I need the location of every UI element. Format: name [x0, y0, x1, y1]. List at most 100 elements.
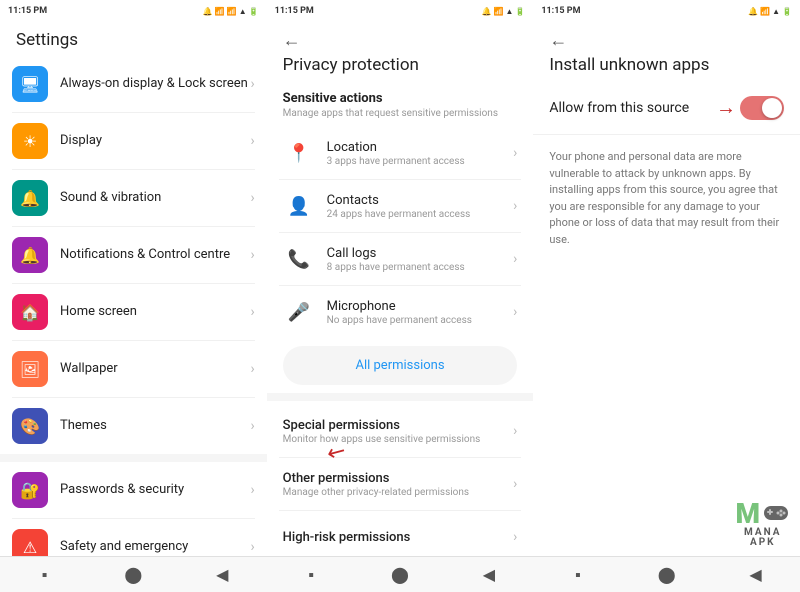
settings-item-always-on[interactable]: 🖥 Always-on display & Lock screen ›: [0, 56, 267, 112]
wallpaper-chevron: ›: [250, 361, 254, 377]
display-label: Display: [60, 133, 250, 150]
safety-text: Safety and emergency: [60, 539, 250, 556]
call-logs-icon: 📞: [283, 243, 315, 275]
location-text: Location 3 apps have permanent access: [327, 140, 513, 167]
privacy-item-other[interactable]: Other permissions Manage other privacy-r…: [267, 458, 534, 510]
microphone-label: Microphone: [327, 299, 513, 314]
microphone-text: Microphone No apps have permanent access: [327, 299, 513, 326]
settings-item-sound[interactable]: 🔔 Sound & vibration ›: [0, 170, 267, 226]
themes-chevron: ›: [250, 418, 254, 434]
display-chevron: ›: [250, 133, 254, 149]
other-chevron: ›: [513, 476, 517, 492]
install-description: Your phone and personal data are more vu…: [533, 135, 800, 262]
watermark-m-icon: M: [735, 500, 760, 528]
install-title: Install unknown apps: [549, 55, 784, 75]
privacy-item-microphone[interactable]: 🎤 Microphone No apps have permanent acce…: [267, 286, 534, 338]
settings-item-passwords[interactable]: 🔐 Passwords & security ›: [0, 462, 267, 518]
all-permissions-button[interactable]: All permissions: [283, 346, 518, 385]
settings-item-wallpaper[interactable]: 🖼 Wallpaper ›: [0, 341, 267, 397]
notifications-chevron: ›: [250, 247, 254, 263]
location-chevron: ›: [513, 145, 517, 161]
toggle-red-arrow: →: [716, 95, 736, 120]
high-risk-chevron: ›: [513, 529, 517, 545]
privacy-item-high-risk[interactable]: High-risk permissions ›: [267, 511, 534, 556]
passwords-text: Passwords & security: [60, 482, 250, 499]
call-logs-label: Call logs: [327, 246, 513, 261]
safety-label: Safety and emergency: [60, 539, 250, 556]
settings-panel: 11:15 PM 🔔 📶 📶 ▲ 🔋 Settings 🖥 Always-on …: [0, 0, 267, 592]
watermark: M MANA APK: [735, 500, 790, 548]
location-sublabel: 3 apps have permanent access: [327, 156, 513, 167]
toggle-knob: [762, 98, 782, 118]
right-panel-wrapper: 11:15 PM 🔔 📶 ▲ 🔋 ← Install unknown apps …: [533, 0, 800, 592]
safety-chevron: ›: [250, 539, 254, 555]
back-arrow-middle[interactable]: ←: [283, 30, 518, 51]
status-icons-right: 🔔 📶 ▲ 🔋: [748, 7, 792, 16]
watermark-logo-row: M: [735, 500, 790, 528]
home-icon: 🏠: [12, 294, 48, 330]
nav-square-right[interactable]: ▪: [564, 561, 592, 589]
home-chevron: ›: [250, 304, 254, 320]
status-icons-left: 🔔 📶 📶 ▲ 🔋: [203, 7, 259, 16]
contacts-chevron: ›: [513, 198, 517, 214]
nav-circle-left[interactable]: ⬤: [119, 561, 147, 589]
install-panel: 11:15 PM 🔔 📶 ▲ 🔋 ← Install unknown apps …: [533, 0, 800, 592]
wallpaper-label: Wallpaper: [60, 361, 250, 378]
time-left: 11:15 PM: [8, 6, 47, 16]
location-icon: 📍: [283, 137, 315, 169]
sound-label: Sound & vibration: [60, 190, 250, 207]
nav-back-right[interactable]: ◀: [742, 561, 770, 589]
settings-item-themes[interactable]: 🎨 Themes ›: [0, 398, 267, 454]
time-right: 11:15 PM: [541, 6, 580, 16]
special-chevron: ›: [513, 423, 517, 439]
microphone-icon: 🎤: [283, 296, 315, 328]
privacy-item-location[interactable]: 📍 Location 3 apps have permanent access …: [267, 127, 534, 179]
privacy-item-special[interactable]: Special permissions Monitor how apps use…: [267, 405, 534, 457]
settings-item-home[interactable]: 🏠 Home screen ›: [0, 284, 267, 340]
nav-square-middle[interactable]: ▪: [297, 561, 325, 589]
passwords-icon: 🔐: [12, 472, 48, 508]
nav-square-left[interactable]: ▪: [30, 561, 58, 589]
contacts-label: Contacts: [327, 193, 513, 208]
other-label: Other permissions: [283, 471, 513, 486]
privacy-content: Sensitive actions Manage apps that reque…: [267, 81, 534, 556]
time-middle: 11:15 PM: [275, 6, 314, 16]
microphone-sublabel: No apps have permanent access: [327, 315, 513, 326]
high-risk-text: High-risk permissions: [283, 530, 513, 545]
passwords-chevron: ›: [250, 482, 254, 498]
settings-item-notifications[interactable]: 🔔 Notifications & Control centre ›: [0, 227, 267, 283]
privacy-header: ← Privacy protection: [267, 22, 534, 81]
microphone-chevron: ›: [513, 304, 517, 320]
always-on-label: Always-on display & Lock screen: [60, 76, 250, 93]
status-bar-left: 11:15 PM 🔔 📶 📶 ▲ 🔋: [0, 0, 267, 22]
wallpaper-text: Wallpaper: [60, 361, 250, 378]
special-sublabel: Monitor how apps use sensitive permissio…: [283, 434, 513, 445]
nav-back-middle[interactable]: ◀: [475, 561, 503, 589]
settings-item-display[interactable]: ☀ Display ›: [0, 113, 267, 169]
status-bar-right: 11:15 PM 🔔 📶 ▲ 🔋: [533, 0, 800, 22]
middle-panel-wrapper: 11:15 PM 🔔 📶 ▲ 🔋 ← Privacy protection Se…: [267, 0, 534, 592]
sensitive-actions-sub: Manage apps that request sensitive permi…: [267, 108, 534, 127]
privacy-panel: 11:15 PM 🔔 📶 ▲ 🔋 ← Privacy protection Se…: [267, 0, 534, 592]
nav-circle-right[interactable]: ⬤: [653, 561, 681, 589]
sensitive-actions-title: Sensitive actions: [267, 81, 534, 108]
allow-toggle[interactable]: [740, 96, 784, 120]
watermark-text: MANA APK: [744, 528, 781, 548]
passwords-label: Passwords & security: [60, 482, 250, 499]
location-label: Location: [327, 140, 513, 155]
privacy-title: Privacy protection: [283, 55, 518, 75]
privacy-divider-1: [267, 393, 534, 401]
safety-icon: ⚠: [12, 529, 48, 556]
display-icon: ☀: [12, 123, 48, 159]
privacy-item-call-logs[interactable]: 📞 Call logs 8 apps have permanent access…: [267, 233, 534, 285]
privacy-item-contacts[interactable]: 👤 Contacts 24 apps have permanent access…: [267, 180, 534, 232]
watermark-apk: APK: [750, 537, 776, 548]
display-text: Display: [60, 133, 250, 150]
nav-back-left[interactable]: ◀: [208, 561, 236, 589]
settings-item-safety[interactable]: ⚠ Safety and emergency ›: [0, 519, 267, 556]
always-on-icon: 🖥: [12, 66, 48, 102]
contacts-icon: 👤: [283, 190, 315, 222]
special-text: Special permissions Monitor how apps use…: [283, 418, 513, 445]
back-arrow-right[interactable]: ←: [549, 30, 784, 51]
nav-circle-middle[interactable]: ⬤: [386, 561, 414, 589]
